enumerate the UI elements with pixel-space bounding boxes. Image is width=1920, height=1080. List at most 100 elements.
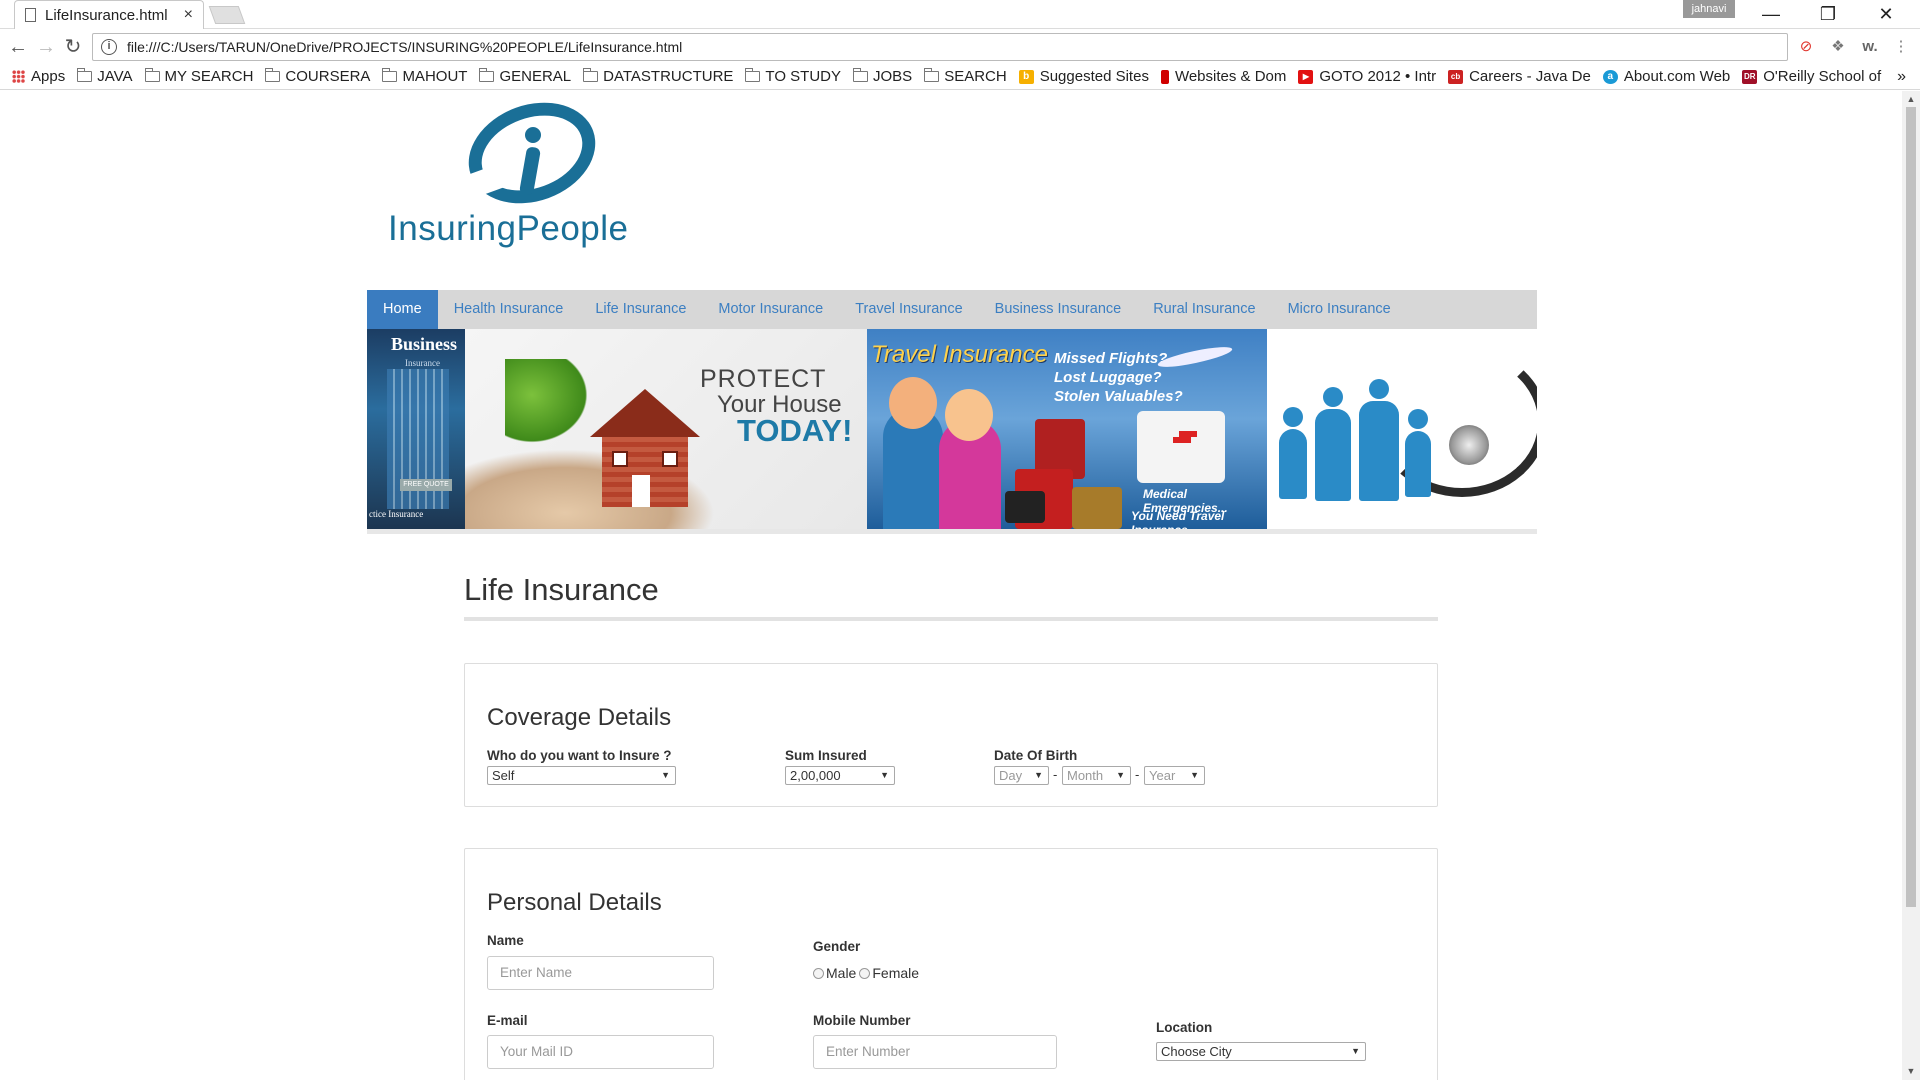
scroll-down-arrow-icon[interactable]: ▼ (1902, 1063, 1920, 1080)
nav-home[interactable]: Home (367, 290, 438, 329)
nav-rural-insurance[interactable]: Rural Insurance (1137, 290, 1271, 329)
reload-icon[interactable]: ↻ (60, 34, 86, 60)
forward-arrow-icon[interactable]: → (33, 34, 59, 60)
dob-month-select[interactable]: Month ▼ (1062, 766, 1131, 785)
nav-motor-insurance[interactable]: Motor Insurance (702, 290, 839, 329)
page-scrollbar[interactable]: ▲ ▼ (1902, 91, 1920, 1080)
bookmark-folder[interactable]: JOBS (853, 68, 912, 85)
stethoscope-image (1377, 347, 1537, 497)
bookmarks-bar: Apps JAVA MY SEARCH COURSERA MAHOUT GENE… (0, 64, 1920, 90)
dob-day-select[interactable]: Day ▼ (994, 766, 1049, 785)
bookmark-site[interactable]: Websites & Dom (1160, 68, 1287, 85)
info-icon[interactable]: i (101, 39, 117, 55)
blocker-extension-icon[interactable]: ⊘ (1795, 36, 1817, 58)
bookmark-label: Websites & Dom (1174, 68, 1287, 85)
bookmark-label: JOBS (873, 68, 913, 85)
bookmark-site[interactable]: DR O'Reilly School of (1742, 68, 1881, 85)
banner-text: Stolen Valuables? (1054, 388, 1183, 405)
about-icon: a (1602, 69, 1618, 84)
bookmark-label: DATASTRUCTURE (603, 68, 734, 85)
bookmark-site[interactable]: b Suggested Sites (1018, 68, 1149, 85)
family-figure-icon (1279, 407, 1307, 499)
bookmark-label: JAVA (97, 68, 133, 85)
bookmark-site[interactable]: ▶ GOTO 2012 • Intr (1298, 68, 1436, 85)
profile-badge[interactable]: jahnavi (1683, 0, 1735, 18)
tab-bar: LifeInsurance.html × jahnavi — ❐ ✕ (0, 0, 1920, 29)
dob-year-select[interactable]: Year ▼ (1144, 766, 1205, 785)
bookmark-folder[interactable]: TO STUDY (745, 68, 841, 85)
section-title: Personal Details (487, 889, 662, 916)
bookmark-folder[interactable]: GENERAL (479, 68, 571, 85)
bookmark-folder[interactable]: COURSERA (265, 68, 370, 85)
banner-questions: Missed Flights? Lost Luggage? Stolen Val… (1054, 349, 1183, 406)
bookmark-site[interactable]: cb Careers - Java De (1448, 68, 1591, 85)
family-figure-icon (1315, 387, 1351, 501)
dropdown-arrow-icon: ▼ (1034, 770, 1043, 780)
select-value: Choose City (1161, 1044, 1232, 1059)
w-extension-icon[interactable]: w. (1859, 36, 1881, 58)
youtube-icon: ▶ (1298, 69, 1314, 84)
health-insurance-banner (1267, 329, 1537, 529)
back-arrow-icon[interactable]: ← (5, 34, 31, 60)
main-nav: Home Health Insurance Life Insurance Mot… (367, 290, 1537, 329)
mobile-input[interactable]: Enter Number (813, 1035, 1057, 1069)
section-title: Coverage Details (487, 704, 672, 731)
bookmark-site[interactable]: a About.com Web (1602, 68, 1730, 85)
bookmark-label: COURSERA (285, 68, 371, 85)
more-bookmarks-chevron-icon[interactable]: » (1897, 68, 1906, 86)
folder-icon (924, 68, 940, 82)
location-select[interactable]: Choose City ▼ (1156, 1042, 1366, 1061)
personal-details-panel: Personal Details Name Enter Name Gender … (464, 848, 1438, 1080)
sum-insured-label: Sum Insured (785, 748, 867, 763)
tab-close-icon[interactable]: × (184, 6, 193, 24)
browser-tab[interactable]: LifeInsurance.html × (14, 0, 204, 29)
gender-label: Gender (813, 939, 861, 954)
bookmark-folder[interactable]: JAVA (77, 68, 133, 85)
traveler-image (883, 377, 943, 529)
menu-icon[interactable]: ⋮ (1890, 36, 1912, 58)
page-title: Life Insurance (464, 572, 659, 607)
bookmark-label: GENERAL (499, 68, 572, 85)
email-input[interactable]: Your Mail ID (487, 1035, 714, 1069)
minimize-button[interactable]: — (1751, 2, 1791, 26)
location-label: Location (1156, 1020, 1213, 1035)
bookmark-folder[interactable]: MAHOUT (382, 68, 467, 85)
female-radio[interactable] (859, 967, 871, 979)
sum-insured-select[interactable]: 2,00,000 ▼ (785, 766, 895, 785)
name-label: Name (487, 933, 524, 948)
bookmark-folder[interactable]: SEARCH (924, 68, 1007, 85)
restore-button[interactable]: ❐ (1808, 2, 1848, 26)
name-input[interactable]: Enter Name (487, 956, 714, 990)
nav-travel-insurance[interactable]: Travel Insurance (839, 290, 978, 329)
close-window-button[interactable]: ✕ (1866, 2, 1906, 26)
folder-icon (745, 68, 761, 82)
bookmark-label: MY SEARCH (164, 68, 254, 85)
plant-image (505, 359, 595, 449)
dropbox-extension-icon[interactable]: ❖ (1827, 36, 1849, 58)
scroll-up-arrow-icon[interactable]: ▲ (1902, 91, 1920, 108)
nav-business-insurance[interactable]: Business Insurance (979, 290, 1138, 329)
site-logo[interactable]: InsuringPeople (385, 91, 685, 249)
nav-micro-insurance[interactable]: Micro Insurance (1272, 290, 1407, 329)
banner-text: ctice Insurance (369, 509, 424, 519)
tab-title: LifeInsurance.html (45, 6, 168, 24)
folder-icon (853, 68, 868, 82)
select-value: Day (999, 768, 1023, 783)
image-carousel[interactable]: Business Insurance FREE QUOTE ctice Insu… (367, 329, 1537, 529)
ambulance-image (1137, 411, 1225, 483)
bookmark-label: Apps (31, 68, 66, 85)
bookmark-folder[interactable]: DATASTRUCTURE (583, 68, 733, 85)
insure-select[interactable]: Self ▼ (487, 766, 676, 785)
nav-life-insurance[interactable]: Life Insurance (579, 290, 702, 329)
nav-health-insurance[interactable]: Health Insurance (438, 290, 580, 329)
new-tab-button[interactable] (208, 6, 246, 24)
male-radio[interactable] (813, 967, 824, 979)
address-bar[interactable]: i file:///C:/Users/TARUN/OneDrive/PROJEC… (92, 33, 1788, 61)
divider (367, 529, 1537, 534)
folder-icon (583, 68, 599, 82)
scrollbar-thumb[interactable] (1906, 107, 1916, 907)
bookmark-folder[interactable]: MY SEARCH (144, 68, 254, 85)
camera-image (1005, 491, 1045, 523)
bookmark-apps[interactable]: Apps (12, 68, 65, 85)
document-icon (25, 8, 36, 22)
